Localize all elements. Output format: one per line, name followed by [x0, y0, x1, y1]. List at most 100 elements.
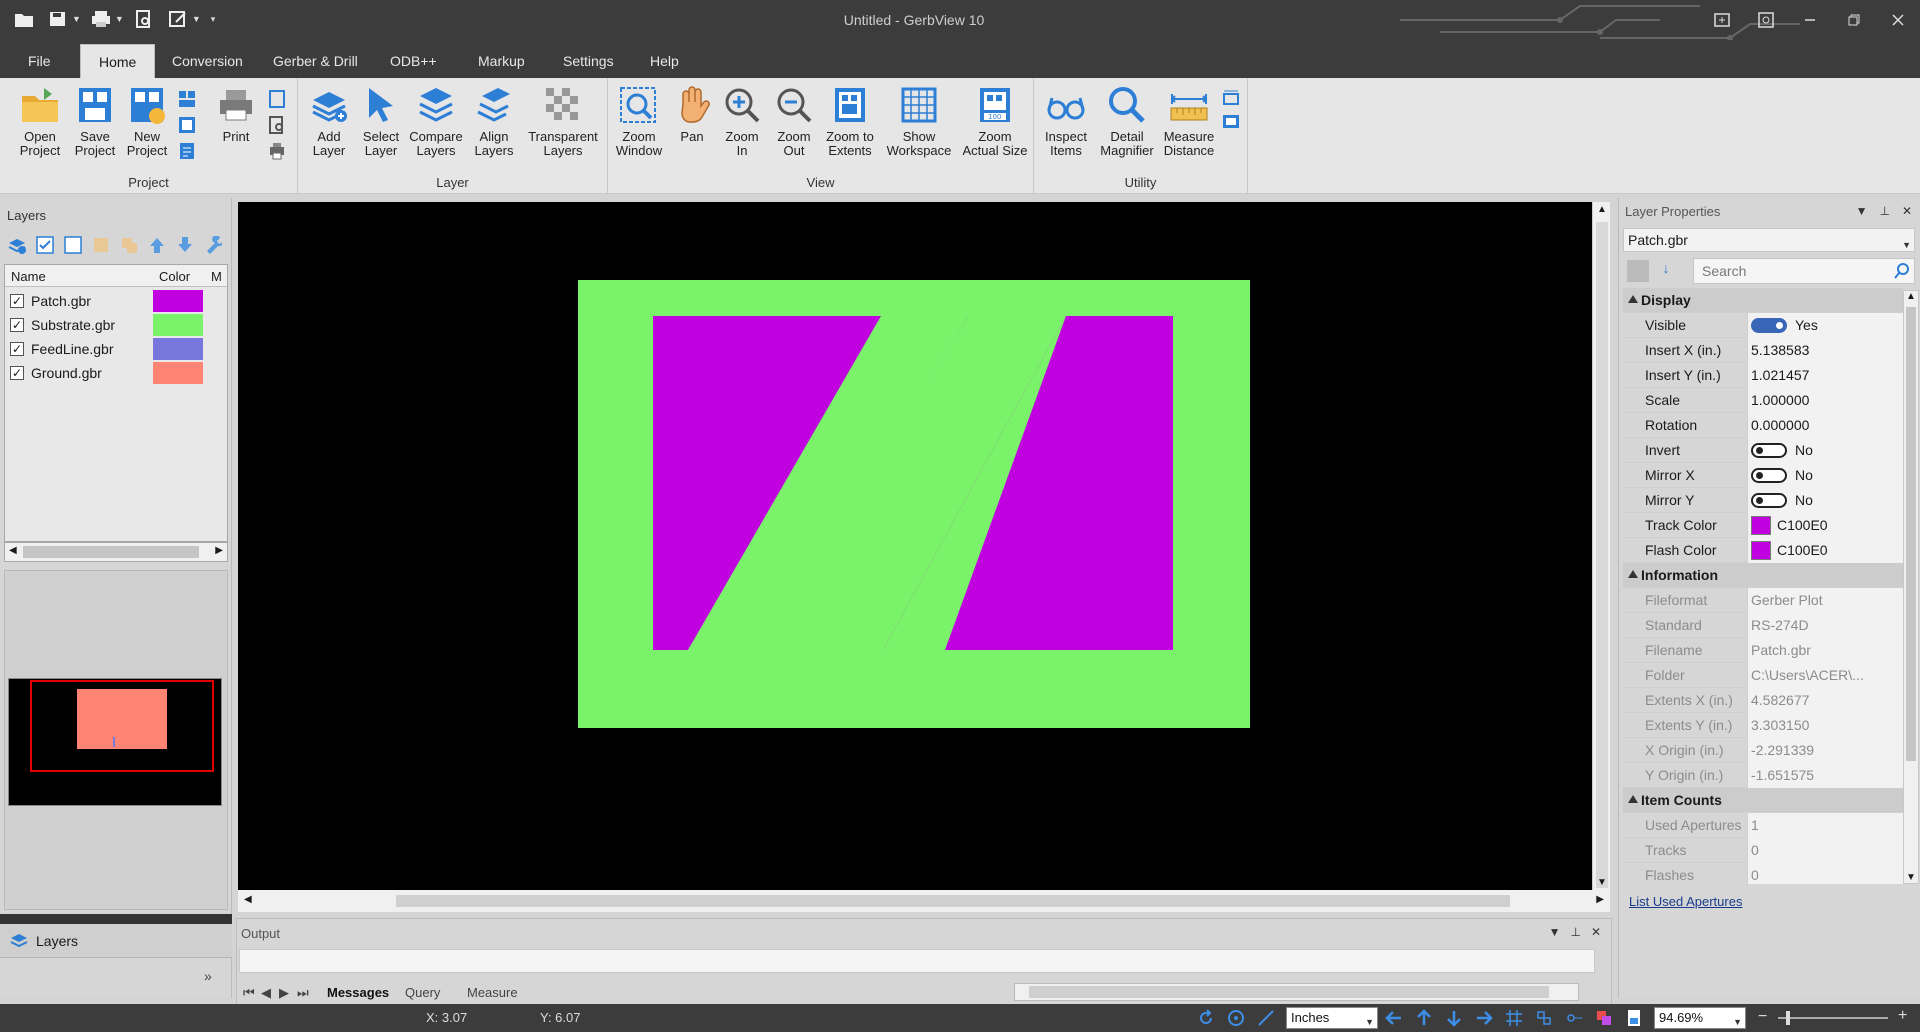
- overview-preview[interactable]: [8, 678, 222, 806]
- measure-distance-button[interactable]: Measure Distance: [1158, 84, 1220, 158]
- prop-visible[interactable]: Visible Yes: [1623, 313, 1903, 338]
- prop-invert[interactable]: Invert No: [1623, 438, 1903, 463]
- tab-query[interactable]: Query: [405, 985, 440, 1000]
- move-up-icon[interactable]: [146, 234, 168, 256]
- show-workspace-button[interactable]: Show Workspace: [884, 84, 954, 158]
- canvas-horizontal-scrollbar[interactable]: ◀ ▶: [238, 890, 1610, 912]
- save-project-button[interactable]: Save Project: [70, 84, 120, 158]
- close-icon[interactable]: ✕: [1591, 925, 1601, 939]
- grid-toggle-icon[interactable]: [1504, 1008, 1524, 1028]
- select-layer-button[interactable]: Select Layer: [358, 84, 404, 158]
- zoom-out-button[interactable]: Zoom Out: [772, 84, 816, 158]
- zoom-out-small-icon[interactable]: −: [1758, 1008, 1767, 1026]
- print-preview-ribbon-icon[interactable]: [266, 114, 288, 136]
- layer-row-substrate[interactable]: ✓ Substrate.gbr: [5, 313, 227, 337]
- prop-insert-x[interactable]: Insert X (in.) 5.138583: [1623, 338, 1903, 363]
- scroll-right-icon[interactable]: ▶: [215, 545, 223, 556]
- layer-visible-checkbox[interactable]: ✓: [10, 294, 24, 308]
- visible-toggle[interactable]: [1751, 318, 1787, 333]
- print-setup-icon[interactable]: [266, 140, 288, 162]
- tab-gerber-drill[interactable]: Gerber & Drill: [255, 44, 376, 78]
- tab-odb[interactable]: ODB++: [372, 44, 455, 78]
- layer-color-swatch[interactable]: [153, 362, 203, 384]
- tab-measure[interactable]: Measure: [467, 985, 518, 1000]
- pin-icon[interactable]: ⊥: [1570, 925, 1580, 939]
- gerber-canvas[interactable]: [238, 202, 1592, 890]
- tab-file[interactable]: File: [10, 44, 69, 78]
- scrollbar-thumb[interactable]: [1596, 222, 1608, 888]
- zoom-slider-thumb[interactable]: [1786, 1011, 1790, 1025]
- arrow-left-icon[interactable]: [1384, 1008, 1404, 1028]
- zoom-window-button[interactable]: Zoom Window: [614, 84, 664, 158]
- section-item-counts[interactable]: Item Counts: [1623, 788, 1903, 813]
- output-log[interactable]: [239, 949, 1595, 973]
- mirror-x-toggle[interactable]: [1751, 468, 1787, 483]
- prop-rotation[interactable]: Rotation 0.000000: [1623, 413, 1903, 438]
- layer-color-icon[interactable]: [90, 234, 112, 256]
- scroll-right-icon[interactable]: ▶: [1596, 894, 1604, 905]
- tab-conversion[interactable]: Conversion: [154, 44, 261, 78]
- pin-icon[interactable]: ⊥: [1879, 204, 1889, 218]
- arrow-up-icon[interactable]: [1414, 1008, 1434, 1028]
- prop-insert-y[interactable]: Insert Y (in.) 1.021457: [1623, 363, 1903, 388]
- close-button[interactable]: [1876, 0, 1920, 40]
- snap-circle-icon[interactable]: [1226, 1008, 1246, 1028]
- zoom-level-select[interactable]: 94.69% ▼: [1654, 1007, 1746, 1029]
- scrollbar-thumb[interactable]: [396, 895, 1510, 907]
- layers-dock-tab[interactable]: Layers: [0, 924, 232, 958]
- settings-window-icon[interactable]: [1744, 0, 1788, 40]
- snap-grid-icon[interactable]: [1534, 1008, 1554, 1028]
- prop-mirror-y[interactable]: Mirror Y No: [1623, 488, 1903, 513]
- tab-markup[interactable]: Markup: [460, 44, 543, 78]
- scrollbar-thumb[interactable]: [1029, 986, 1549, 998]
- compare-layers-button[interactable]: Compare Layers: [408, 84, 464, 158]
- column-header-m[interactable]: M: [211, 269, 222, 284]
- panel-splitter[interactable]: [0, 914, 232, 924]
- wrench-icon[interactable]: [202, 234, 224, 256]
- invert-toggle[interactable]: [1751, 443, 1787, 458]
- move-down-icon[interactable]: [174, 234, 196, 256]
- overview-viewport-frame[interactable]: [30, 680, 214, 772]
- prop-scale[interactable]: Scale 1.000000: [1623, 388, 1903, 413]
- list-used-apertures-link[interactable]: List Used Apertures: [1629, 894, 1742, 909]
- arrow-right-icon[interactable]: [1474, 1008, 1494, 1028]
- zoom-to-extents-button[interactable]: Zoom to Extents: [822, 84, 878, 158]
- section-display[interactable]: Display: [1623, 288, 1903, 313]
- sort-alpha-icon[interactable]: ↓: [1655, 260, 1677, 282]
- flash-color-swatch[interactable]: [1751, 541, 1771, 560]
- tab-settings[interactable]: Settings: [545, 44, 632, 78]
- scroll-up-icon[interactable]: ▲: [1597, 204, 1607, 215]
- categorized-view-icon[interactable]: [1627, 260, 1649, 282]
- next-page-icon[interactable]: ▶: [279, 985, 289, 1001]
- zoom-actual-size-button[interactable]: 100 Zoom Actual Size: [958, 84, 1032, 158]
- expand-panel-icon[interactable]: »: [204, 968, 212, 984]
- units-select[interactable]: Inches ▼: [1286, 1007, 1378, 1029]
- layer-visible-checkbox[interactable]: ✓: [10, 366, 24, 380]
- zoom-slider[interactable]: [1778, 1011, 1888, 1025]
- pan-button[interactable]: Pan: [670, 84, 714, 144]
- track-color-swatch[interactable]: [1751, 516, 1771, 535]
- canvas-vertical-scrollbar[interactable]: ▲ ▼: [1592, 202, 1610, 890]
- scroll-down-icon[interactable]: ▼: [1597, 877, 1607, 888]
- mirror-y-toggle[interactable]: [1751, 493, 1787, 508]
- maximize-button[interactable]: [1832, 0, 1876, 40]
- layer-color-swatch[interactable]: [153, 314, 203, 336]
- layer-visible-checkbox[interactable]: ✓: [10, 342, 24, 356]
- properties-scrollbar[interactable]: ▲ ▼: [1903, 290, 1919, 884]
- zoom-in-button[interactable]: Zoom In: [720, 84, 764, 158]
- new-project-button[interactable]: New Project: [122, 84, 172, 158]
- scroll-down-icon[interactable]: ▼: [1906, 872, 1916, 883]
- properties-search-input[interactable]: Search: [1693, 258, 1915, 284]
- section-information[interactable]: Information: [1623, 563, 1903, 588]
- minimize-button[interactable]: [1788, 0, 1832, 40]
- transparent-layers-button[interactable]: Transparent Layers: [524, 84, 602, 158]
- align-layers-button[interactable]: Align Layers: [470, 84, 518, 158]
- first-page-icon[interactable]: ⏮: [243, 985, 255, 1001]
- tab-home[interactable]: Home: [80, 44, 156, 78]
- scroll-up-icon[interactable]: ▲: [1906, 291, 1916, 302]
- print-button[interactable]: Print: [214, 84, 258, 144]
- scroll-left-icon[interactable]: ◀: [244, 894, 252, 905]
- prop-track-color[interactable]: Track Color C100E0: [1623, 513, 1903, 538]
- layers-horizontal-scrollbar[interactable]: ◀ ▶: [4, 542, 228, 562]
- last-page-icon[interactable]: ⏭: [297, 985, 309, 1001]
